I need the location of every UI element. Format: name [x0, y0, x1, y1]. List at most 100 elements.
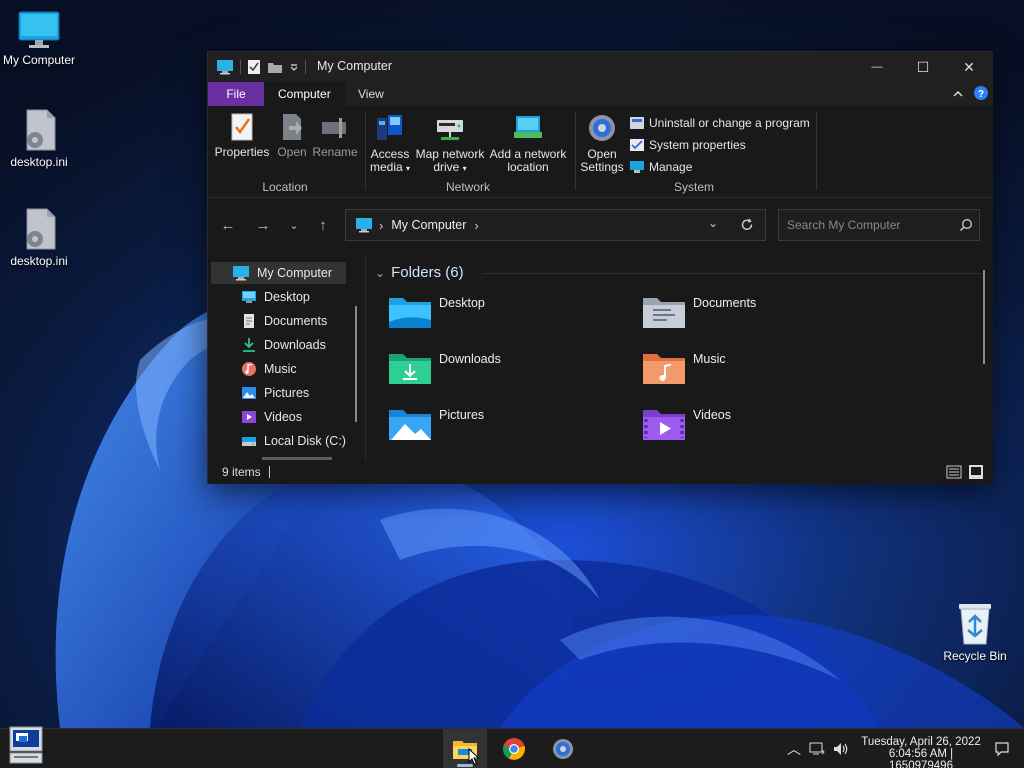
clock-time: 6:04:56 AM | 1650979496: [888, 748, 954, 768]
notifications-icon[interactable]: [994, 741, 1010, 757]
folders-group-header[interactable]: ⌄ Folders (6): [375, 264, 464, 281]
nav-item-label: Desktop: [264, 290, 310, 304]
manage-label: Manage: [649, 160, 693, 174]
access-media-button[interactable]: Access media ▾: [368, 112, 412, 175]
forward-button[interactable]: →: [251, 215, 275, 235]
nav-item-downloads[interactable]: Downloads: [241, 334, 326, 356]
ribbon-tabs: File Computer View ?: [208, 82, 993, 106]
system-properties-item[interactable]: System properties: [629, 136, 746, 154]
folder-videos[interactable]: Videos: [641, 404, 881, 448]
folder-music[interactable]: Music: [641, 348, 881, 392]
minimize-icon: —: [871, 61, 883, 73]
rename-button[interactable]: Rename: [312, 112, 358, 159]
music-icon: [242, 362, 256, 376]
chevron-down-icon: ⌄: [289, 219, 299, 232]
separator: [240, 60, 241, 74]
taskbar-settings[interactable]: [541, 729, 585, 768]
folder-label: Downloads: [439, 352, 501, 366]
open-icon: [283, 114, 302, 140]
desktop-icon-recycle-bin[interactable]: Recycle Bin: [933, 600, 1017, 663]
large-icons-view-icon[interactable]: [968, 464, 984, 480]
nav-item-my-computer[interactable]: My Computer: [211, 262, 346, 284]
folder-desktop[interactable]: Desktop: [387, 292, 627, 336]
folder-label: Music: [693, 352, 726, 366]
desktop-icon-label: desktop.ini: [10, 254, 68, 268]
pictures-folder-icon: [389, 410, 431, 440]
details-view-icon[interactable]: [946, 464, 962, 480]
help-icon[interactable]: ?: [974, 86, 988, 100]
breadcrumb-my-computer[interactable]: My Computer: [391, 218, 466, 232]
map-network-drive-button[interactable]: Map network drive ▾: [414, 112, 486, 175]
properties-icon: [231, 113, 253, 141]
nav-item-desktop[interactable]: Desktop: [241, 286, 310, 308]
recent-locations-button[interactable]: ⌄: [282, 215, 306, 235]
desktop-icon-my-computer[interactable]: My Computer: [0, 10, 81, 67]
arrow-up-icon: ↑: [319, 216, 327, 234]
breadcrumb-chevron-icon[interactable]: ›: [474, 218, 478, 233]
network-icon[interactable]: [809, 741, 825, 757]
tab-view[interactable]: View: [344, 82, 398, 106]
folder-label: Desktop: [439, 296, 485, 310]
start-button[interactable]: [6, 725, 46, 767]
open-settings-button[interactable]: Open Settings: [580, 112, 624, 174]
manage-item[interactable]: Manage: [629, 158, 692, 176]
open-button[interactable]: Open: [272, 112, 312, 159]
documents-icon: [244, 314, 254, 328]
window-title: My Computer: [317, 59, 393, 73]
refresh-icon[interactable]: [740, 218, 754, 232]
desktop-icon-desktop-ini-2[interactable]: desktop.ini: [0, 207, 81, 268]
map-network-label-2: drive ▾: [414, 161, 486, 175]
clock[interactable]: Tuesday, April 26, 2022 6:04:56 AM | 165…: [856, 736, 986, 768]
properties-button[interactable]: Properties: [214, 112, 270, 159]
nav-item-local-disk-c[interactable]: Local Disk (C:): [241, 430, 346, 452]
folder-downloads[interactable]: Downloads: [387, 348, 627, 392]
maximize-button[interactable]: ☐: [900, 52, 946, 82]
nav-item-music[interactable]: Music: [241, 358, 297, 380]
monitor-icon: [233, 266, 249, 281]
folder-documents[interactable]: Documents: [641, 292, 881, 336]
close-icon: ✕: [963, 58, 975, 75]
search-box[interactable]: [778, 209, 980, 241]
content-scrollbar[interactable]: [983, 270, 985, 364]
item-count: 9 items: [222, 465, 261, 479]
search-icon[interactable]: [959, 218, 973, 232]
chevron-down-icon: ▾: [462, 164, 467, 173]
nav-item-documents[interactable]: Documents: [241, 310, 327, 332]
address-bar[interactable]: › My Computer › ⌄: [345, 209, 766, 241]
close-button[interactable]: ✕: [946, 52, 992, 82]
address-dropdown-icon[interactable]: ⌄: [708, 216, 718, 230]
nav-item-label: Music: [264, 362, 297, 376]
nav-item-label: Downloads: [264, 338, 326, 352]
back-button[interactable]: ←: [216, 215, 240, 235]
show-hidden-icons-icon[interactable]: ︿: [787, 739, 801, 759]
title-bar[interactable]: My Computer — ☐ ✕: [208, 52, 993, 82]
navigation-pane-scrollbar[interactable]: [355, 306, 357, 422]
taskbar-chrome[interactable]: [492, 729, 536, 768]
nav-item-pictures[interactable]: Pictures: [241, 382, 309, 404]
quick-access-toolbar: [216, 58, 306, 76]
collapse-ribbon-icon[interactable]: [952, 89, 964, 99]
minimize-button[interactable]: —: [854, 52, 900, 82]
add-network-location-button[interactable]: Add a network location: [488, 112, 568, 174]
tab-computer[interactable]: Computer: [264, 82, 345, 106]
arrow-left-icon: ←: [220, 216, 236, 234]
access-media-label-line2: media: [369, 160, 403, 174]
properties-label: Properties: [214, 145, 270, 159]
group-label-system: System: [673, 180, 714, 194]
search-input[interactable]: [787, 218, 947, 232]
map-network-label-line2: drive: [433, 160, 460, 174]
tab-file[interactable]: File: [208, 82, 264, 106]
new-folder-qat-icon[interactable]: [267, 60, 283, 74]
folder-pictures[interactable]: Pictures: [387, 404, 627, 448]
uninstall-label: Uninstall or change a program: [649, 116, 810, 130]
desktop-icon-desktop-ini[interactable]: desktop.ini: [0, 108, 81, 169]
nav-item-videos[interactable]: Videos: [241, 406, 302, 428]
breadcrumb-chevron-icon[interactable]: ›: [379, 218, 383, 233]
properties-qat-icon[interactable]: [247, 59, 261, 75]
volume-icon[interactable]: [832, 741, 850, 757]
up-button[interactable]: ↑: [311, 215, 335, 235]
chevron-down-icon: ▾: [406, 164, 411, 173]
taskbar-file-explorer[interactable]: [443, 729, 487, 768]
uninstall-program-item[interactable]: Uninstall or change a program: [629, 114, 810, 132]
chevron-down-icon[interactable]: [289, 62, 299, 72]
